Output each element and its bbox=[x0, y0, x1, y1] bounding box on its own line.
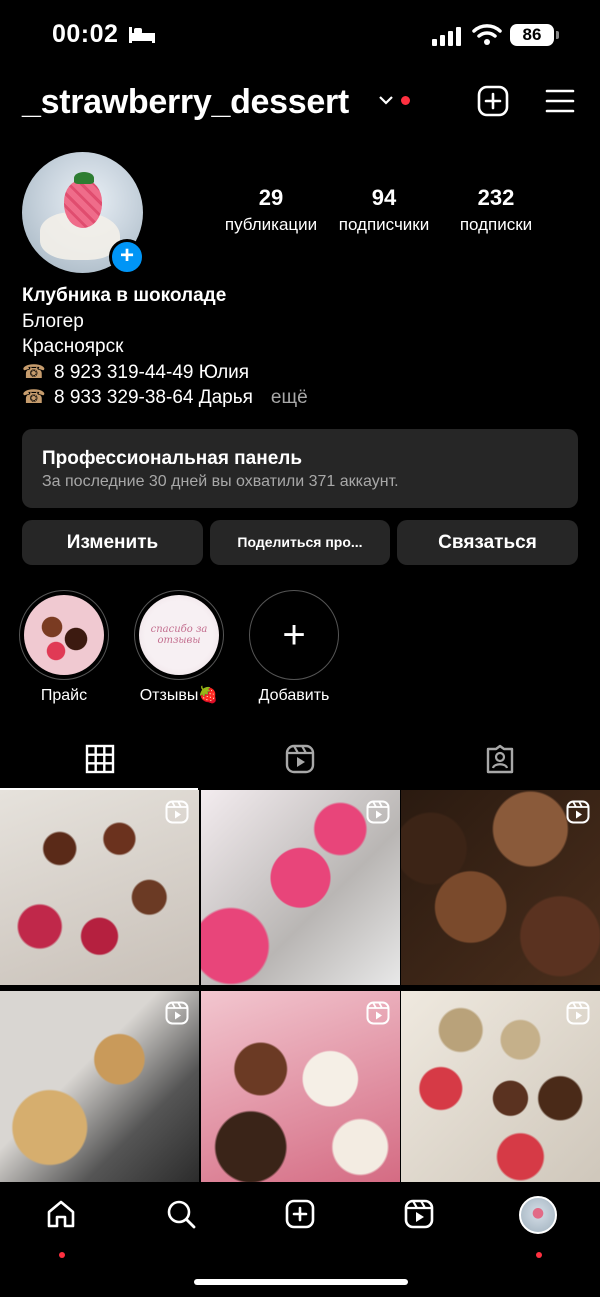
reel-badge-icon bbox=[366, 1001, 390, 1025]
pro-panel-title: Профессиональная панель bbox=[42, 448, 303, 469]
edit-profile-button[interactable]: Изменить bbox=[22, 520, 203, 565]
phone-number-2: 8 933 329-38-64 Дарья bbox=[54, 387, 253, 408]
phone-icon: ☎ bbox=[22, 361, 46, 383]
menu-icon[interactable] bbox=[545, 88, 575, 114]
posts-grid bbox=[0, 790, 600, 1186]
create-post-icon[interactable] bbox=[477, 85, 509, 117]
create-icon bbox=[285, 1199, 315, 1229]
nav-create[interactable] bbox=[270, 1196, 330, 1246]
stat-label: публикации bbox=[224, 215, 318, 234]
highlight-ring: спасибо за отзывы bbox=[134, 590, 224, 680]
grid-post[interactable] bbox=[401, 991, 600, 1186]
phone-number-1: 8 923 319-44-49 Юлия bbox=[54, 361, 250, 383]
grid-post[interactable] bbox=[0, 991, 199, 1186]
profile-header: _strawberry_dessert bbox=[22, 82, 582, 122]
reel-badge-icon bbox=[165, 800, 189, 824]
wifi-icon bbox=[472, 24, 502, 45]
reel-badge-icon bbox=[566, 800, 590, 824]
stat-value: 29 bbox=[258, 185, 284, 210]
grid-post[interactable] bbox=[401, 790, 600, 985]
pro-panel-subtitle: За последние 30 дней вы охватили 371 акк… bbox=[42, 473, 399, 490]
notification-dot bbox=[401, 96, 410, 105]
nav-search[interactable] bbox=[151, 1196, 211, 1246]
home-indicator bbox=[194, 1279, 408, 1285]
profile-bio: Клубника в шоколаде Блогер Красноярск ☎ 8… bbox=[22, 283, 582, 411]
nav-reels[interactable] bbox=[389, 1196, 449, 1246]
notification-dot bbox=[59, 1252, 65, 1258]
phone-line-2: ☎ 8 933 329-38-64 Дарья ещё bbox=[22, 385, 582, 411]
cellular-signal-icon bbox=[432, 27, 461, 46]
search-icon bbox=[167, 1200, 196, 1229]
highlight-price[interactable]: Прайс bbox=[17, 590, 111, 706]
tagged-icon bbox=[486, 744, 514, 774]
highlight-cover: спасибо за отзывы bbox=[139, 595, 219, 675]
phone-line-1: ☎ 8 923 319-44-49 Юлия bbox=[22, 360, 582, 386]
avatar-leaf bbox=[74, 172, 94, 184]
avatar-strawberry bbox=[64, 180, 102, 228]
highlight-reviews[interactable]: спасибо за отзывы Отзывы🍓 bbox=[132, 590, 226, 706]
stat-posts[interactable]: 29 публикации bbox=[218, 184, 324, 236]
profile-name: Клубника в шоколаде bbox=[22, 285, 227, 306]
nav-home[interactable] bbox=[31, 1196, 91, 1258]
tab-tagged[interactable] bbox=[400, 738, 600, 790]
reels-icon bbox=[404, 1199, 434, 1229]
phone-icon: ☎ bbox=[22, 387, 46, 408]
highlight-ring: + bbox=[249, 590, 339, 680]
bio-more-link[interactable]: ещё bbox=[271, 387, 308, 408]
highlight-label: Отзывы🍓 bbox=[139, 687, 219, 704]
plus-icon: + bbox=[254, 595, 334, 675]
stat-following[interactable]: 232 подписки bbox=[446, 184, 546, 236]
stat-value: 232 bbox=[477, 185, 515, 210]
contact-button[interactable]: Связаться bbox=[397, 520, 578, 565]
tab-grid[interactable] bbox=[0, 738, 200, 790]
stat-value: 94 bbox=[371, 185, 397, 210]
stat-followers[interactable]: 94 подписчики bbox=[330, 184, 438, 236]
add-story-button[interactable]: + bbox=[109, 239, 145, 275]
share-profile-button[interactable]: Поделиться про... bbox=[210, 520, 390, 565]
sleep-mode-icon bbox=[129, 27, 155, 43]
chevron-down-icon[interactable] bbox=[378, 94, 394, 106]
reel-badge-icon bbox=[566, 1001, 590, 1025]
home-icon bbox=[47, 1200, 75, 1228]
profile-city: Красноярск bbox=[22, 336, 124, 357]
reel-badge-icon bbox=[165, 1001, 189, 1025]
status-bar: 00:02 86 bbox=[0, 0, 600, 70]
profile-tabs bbox=[0, 738, 600, 790]
highlight-label: Прайс bbox=[40, 687, 88, 704]
username-switcher[interactable]: _strawberry_dessert bbox=[22, 82, 349, 122]
stat-label: подписчики bbox=[338, 215, 430, 234]
highlight-cover bbox=[24, 595, 104, 675]
highlight-add[interactable]: + Добавить bbox=[247, 590, 341, 706]
notification-dot bbox=[536, 1252, 542, 1258]
highlight-label: Добавить bbox=[258, 687, 330, 704]
grid-icon bbox=[85, 744, 115, 774]
grid-post[interactable] bbox=[0, 790, 199, 985]
nav-profile[interactable] bbox=[508, 1196, 568, 1258]
battery-indicator: 86 bbox=[510, 24, 559, 46]
grid-post[interactable] bbox=[201, 790, 400, 985]
profile-avatar-small bbox=[519, 1196, 557, 1234]
professional-dashboard[interactable]: Профессиональная панель За последние 30 … bbox=[22, 429, 578, 508]
reels-icon bbox=[285, 744, 315, 774]
reel-badge-icon bbox=[366, 800, 390, 824]
stat-label: подписки bbox=[459, 215, 533, 234]
profile-category: Блогер bbox=[22, 310, 84, 332]
grid-post[interactable] bbox=[201, 991, 400, 1186]
status-time: 00:02 bbox=[52, 20, 119, 48]
tab-reels[interactable] bbox=[200, 738, 400, 790]
highlight-ring bbox=[19, 590, 109, 680]
